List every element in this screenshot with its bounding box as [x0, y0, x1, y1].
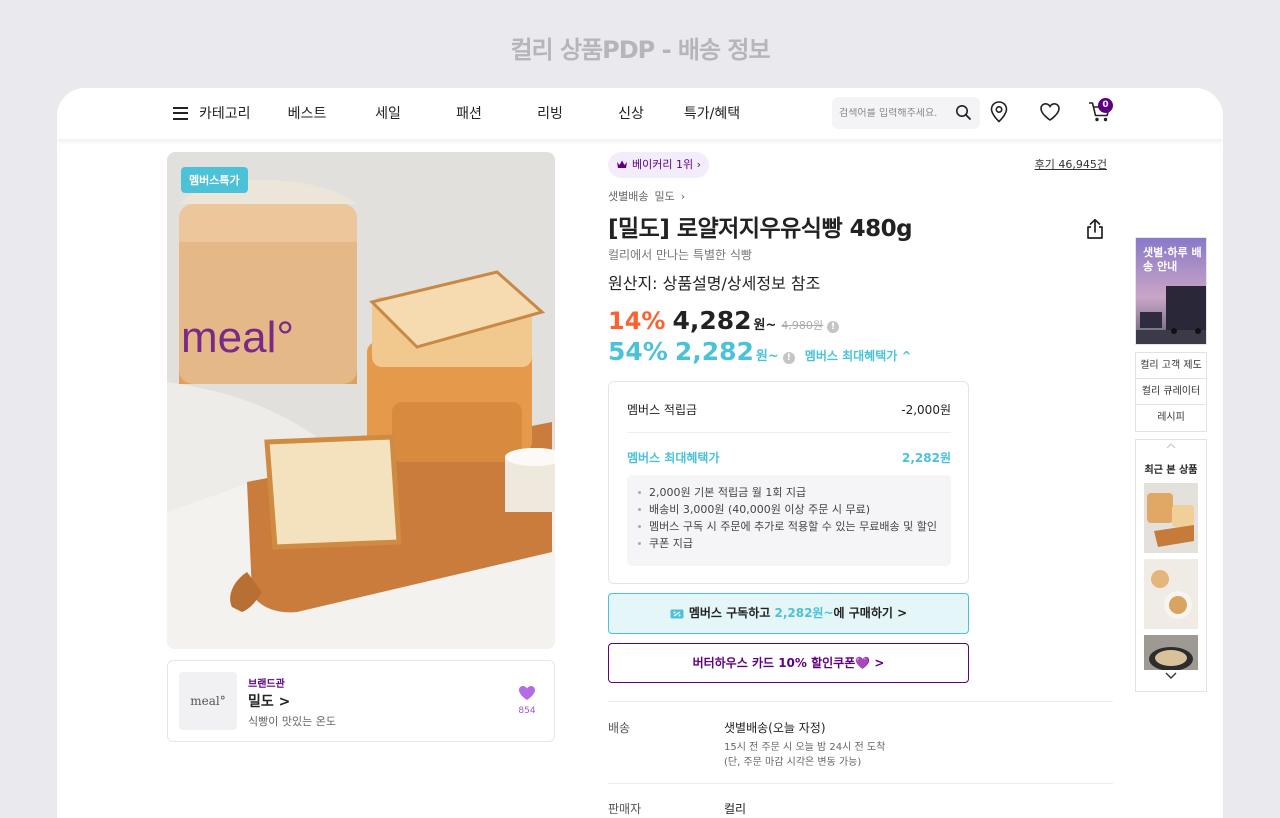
page-heading: 컬리 상품PDP - 배송 정보 [510, 36, 770, 64]
reviews-link[interactable]: 후기 46,945건 [1035, 156, 1107, 172]
package-logo-text: meal° [181, 313, 294, 362]
nav-item-special[interactable]: 특가/혜택 [684, 103, 740, 123]
benefit-note-continued: 쿠폰 지급 [637, 535, 941, 552]
breadcrumb: 샛별배송 밀도 › [608, 188, 691, 204]
search-icon[interactable] [955, 104, 972, 121]
info-icon[interactable]: ! [827, 321, 840, 333]
sidebar-link-grade[interactable]: 컬리 고객 제도 [1136, 353, 1206, 379]
divider [627, 432, 951, 433]
card-coupon-button[interactable]: 버터하우스 카드 10% 할인쿠폰💜 > [608, 643, 969, 683]
sidebar-link-recipe[interactable]: 레시피 [1136, 405, 1206, 431]
product-image[interactable]: meal° [167, 152, 555, 649]
delivery-guide-banner[interactable]: 샛별·하루 배송 안내 [1135, 237, 1207, 345]
heart-icon[interactable] [1038, 100, 1062, 124]
seller-value: 컬리 [724, 802, 747, 816]
sale-price: 4,282 [672, 306, 752, 335]
share-icon[interactable] [1085, 218, 1105, 240]
recent-item-thumbnail[interactable] [1144, 483, 1198, 553]
nav-item-sale[interactable]: 세일 [375, 103, 401, 123]
recent-item-thumbnail[interactable] [1144, 559, 1198, 629]
breadcrumb-item-brand[interactable]: 밀도 [654, 190, 674, 203]
divider [608, 701, 1113, 702]
cart-count-badge: 0 [1098, 98, 1113, 113]
product-subtitle: 컬리에서 만나는 특별한 식빵 [608, 248, 752, 262]
price-row: 14% 4,282 원~ 4,980원 ! [608, 306, 840, 335]
nav-item-new[interactable]: 신상 [618, 103, 644, 123]
brand-like-count: 854 [518, 706, 536, 716]
chevron-up-icon[interactable] [1166, 443, 1176, 449]
member-discount-percent: 54% [608, 337, 668, 366]
subscribe-buy-button[interactable]: 멤버스 구독하고 2,282원~에 구매하기 > [608, 593, 969, 634]
benefit-box: 멤버스 적립금 -2,000원 멤버스 최대혜택가 2,282원 2,000원 … [608, 381, 969, 584]
browser-frame: 카테고리 베스트 세일 패션 리빙 신상 특가/혜택 0 [57, 88, 1223, 818]
benefit-points-value: -2,000원 [901, 403, 951, 417]
member-price-unit: 원~ [755, 349, 779, 364]
chevron-right-icon: › [680, 190, 686, 203]
nav-item-best[interactable]: 베스트 [288, 103, 327, 123]
brand-like-button[interactable]: 854 [518, 685, 536, 716]
rank-pill[interactable]: 베이커리 1위 › [608, 152, 710, 178]
chevron-down-icon[interactable] [1165, 672, 1177, 680]
benefit-row-max: 멤버스 최대혜택가 2,282원 [627, 449, 951, 466]
delivery-value: 샛별배송(오늘 자정) [724, 721, 826, 735]
divider [608, 783, 1113, 784]
location-pin-icon[interactable] [989, 100, 1009, 124]
delivery-detail-note: (단, 주문 마감 시각은 변동 가능) [724, 757, 862, 768]
benefit-note: 멤버스 구독 시 주문에 추가로 적용할 수 있는 무료배송 및 할인 [637, 518, 941, 535]
delivery-detail: 15시 전 주문 시 오늘 밤 24시 전 도착 [724, 742, 886, 753]
crown-icon [617, 160, 627, 168]
benefit-max-value: 2,282원 [902, 451, 951, 465]
delivery-label: 배송 [608, 721, 631, 735]
rank-label: 베이커리 1위 [632, 158, 694, 171]
subscribe-prefix: 멤버스 구독하고 [688, 606, 775, 620]
benefit-note: 2,000원 기본 적립금 월 1회 지급 [637, 484, 941, 501]
member-info-icon[interactable]: ! [782, 352, 795, 364]
recently-viewed-panel: 최근 본 상품 [1135, 439, 1207, 692]
brand-kicker: 브랜드관 [248, 679, 285, 690]
seller-label: 판매자 [608, 802, 642, 816]
discount-percent: 14% [608, 307, 666, 335]
benefit-max-label: 멤버스 최대혜택가 [627, 451, 720, 465]
brand-name-link[interactable]: 밀도 > [248, 691, 290, 711]
banner-text: 샛별·하루 배송 안내 [1143, 246, 1202, 273]
brand-description: 식빵이 맛있는 온도 [248, 715, 336, 728]
sidebar-link-curator[interactable]: 컬리 큐레이터 [1136, 379, 1206, 405]
category-label: 카테고리 [199, 106, 251, 122]
recent-item-thumbnail[interactable] [1144, 635, 1198, 670]
search-input[interactable] [839, 107, 951, 119]
search-box [832, 97, 980, 129]
heart-filled-icon [519, 686, 535, 700]
original-price: 4,980원 [781, 319, 824, 332]
benefit-notes: 2,000원 기본 적립금 월 1회 지급 배송비 3,000원 (40,000… [627, 475, 951, 566]
ticket-icon [670, 609, 684, 618]
subscribe-price: 2,282원~ [774, 606, 834, 620]
subscribe-suffix: 에 구매하기 > [833, 606, 908, 620]
recently-viewed-title: 최근 본 상품 [1144, 465, 1198, 476]
product-title: [밀도] 로얄저지우유식빵 480g [608, 216, 913, 242]
benefit-points-label: 멤버스 적립금 [627, 403, 698, 417]
hamburger-icon [173, 106, 188, 120]
brand-card[interactable]: meal° 브랜드관 밀도 > 식빵이 맛있는 온도 854 [167, 660, 555, 742]
member-price-row: 54% 2,282 원~ ! 멤버스 최대혜택가 ^ [608, 337, 912, 366]
brand-logo: meal° [179, 672, 237, 730]
member-max-benefit-toggle[interactable]: 멤버스 최대혜택가 ^ [805, 347, 912, 364]
sale-price-unit: 원~ [753, 318, 777, 333]
member-special-badge: 멤버스특가 [181, 167, 248, 193]
nav-item-fashion[interactable]: 패션 [456, 103, 482, 123]
sidebar-links: 컬리 고객 제도 컬리 큐레이터 레시피 [1135, 352, 1207, 432]
top-nav: 카테고리 베스트 세일 패션 리빙 신상 특가/혜택 0 [57, 88, 1223, 139]
nav-item-living[interactable]: 리빙 [537, 103, 563, 123]
member-price: 2,282 [674, 337, 754, 366]
product-origin: 원산지: 상품설명/상세정보 참조 [608, 274, 821, 293]
breadcrumb-item-delivery[interactable]: 샛별배송 [608, 190, 648, 203]
benefit-note: 배송비 3,000원 (40,000원 이상 주문 시 무료) [637, 501, 941, 518]
benefit-row-points: 멤버스 적립금 -2,000원 [627, 401, 951, 418]
category-menu-button[interactable]: 카테고리 [173, 103, 251, 123]
